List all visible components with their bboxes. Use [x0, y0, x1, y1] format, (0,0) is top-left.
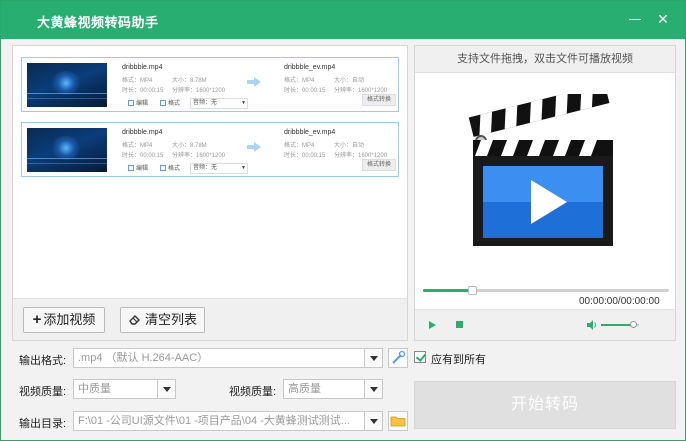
output-format-label: 输出格式:: [19, 355, 67, 367]
chevron-down-icon[interactable]: [364, 412, 382, 430]
playback-time: 00:00:00/00:00:00: [579, 296, 660, 307]
playback-progress[interactable]: [423, 286, 669, 295]
convert-format-button[interactable]: 格式转换: [362, 94, 396, 106]
video-thumbnail: [27, 128, 107, 172]
video-quality2-label: 视频质量:: [229, 386, 277, 398]
chevron-down-icon[interactable]: [157, 380, 175, 398]
chevron-down-icon: ▼: [241, 100, 246, 106]
list-toolbar: + 添加视频 清空列表: [13, 298, 407, 340]
format-icon: [160, 100, 166, 106]
output-duration: 时长：00:00:15: [284, 153, 326, 159]
source-file-name: dribbble.mp4: [122, 64, 163, 71]
audio-select[interactable]: 音频：无 ▼: [190, 98, 248, 109]
chevron-down-icon[interactable]: [364, 349, 382, 367]
minimize-icon[interactable]: [627, 11, 643, 27]
clear-list-button[interactable]: 清空列表: [120, 307, 205, 333]
output-duration: 时长：00:00:15: [284, 88, 326, 94]
source-duration: 时长：00:00:15: [122, 153, 164, 159]
preview-panel: 支持文件拖拽，双击文件可播放视频 00:00:00/00:00:00: [414, 45, 676, 341]
output-resolution: 分辨率：1600*1200: [334, 153, 388, 159]
source-resolution: 分辨率：1600*1200: [172, 153, 226, 159]
video-quality2-select[interactable]: 高质量: [283, 379, 383, 399]
source-size: 大小：8.78M: [172, 143, 207, 149]
file-list: dribbble.mp4 格式：MP4 大小：8.78M 时长：00:00:15…: [13, 46, 407, 298]
output-format: 格式：MP4: [284, 143, 315, 149]
source-format: 格式：MP4: [122, 78, 153, 84]
edit-icon: [128, 165, 134, 171]
arrow-right-icon: [247, 77, 261, 87]
app-title: 大黄蜂视频转码助手: [37, 15, 159, 30]
file-item[interactable]: dribbble.mp4 格式：MP4 大小：8.78M 时长：00:00:15…: [21, 122, 399, 177]
volume-icon[interactable]: [587, 320, 597, 330]
output-file-name: dribbble_ev.mp4: [284, 64, 336, 71]
video-thumbnail: [27, 63, 107, 107]
volume-slider[interactable]: [601, 321, 639, 328]
format-button[interactable]: 格式: [160, 99, 180, 109]
edit-icon: [128, 100, 134, 106]
output-dir-select[interactable]: F:\01 -公司UI源文件\01 -项目产品\04 -大黄蜂测试测试...: [73, 411, 383, 431]
open-folder-button[interactable]: [388, 411, 408, 431]
player-controls: [415, 309, 675, 340]
format-settings-button[interactable]: [388, 348, 408, 368]
progress-handle[interactable]: [468, 286, 478, 295]
output-file-name: dribbble_ev.mp4: [284, 129, 336, 136]
edit-button[interactable]: 编辑: [128, 99, 148, 109]
close-icon[interactable]: ✕: [655, 11, 671, 27]
source-duration: 时长：00:00:15: [122, 88, 164, 94]
video-clapper-icon: [468, 94, 613, 246]
eraser-icon: [129, 315, 140, 325]
convert-format-button[interactable]: 格式转换: [362, 159, 396, 171]
audio-select[interactable]: 音频：无 ▼: [190, 163, 248, 174]
format-icon: [160, 165, 166, 171]
folder-icon: [390, 416, 406, 427]
file-item[interactable]: dribbble.mp4 格式：MP4 大小：8.78M 时长：00:00:15…: [21, 57, 399, 112]
chevron-down-icon: ▼: [241, 165, 246, 171]
plus-icon: +: [32, 311, 42, 328]
output-format: 格式：MP4: [284, 78, 315, 84]
output-format-select[interactable]: .mp4 （默认 H.264-AAC）: [73, 348, 383, 368]
start-convert-button[interactable]: 开始转码: [414, 381, 676, 429]
file-list-panel: dribbble.mp4 格式：MP4 大小：8.78M 时长：00:00:15…: [12, 45, 408, 341]
edit-button[interactable]: 编辑: [128, 164, 148, 174]
add-video-button[interactable]: + 添加视频: [23, 307, 105, 333]
source-format: 格式：MP4: [122, 143, 153, 149]
drag-hint: 支持文件拖拽，双击文件可播放视频: [415, 46, 675, 73]
apply-all-label: 应有到所有: [431, 354, 486, 366]
play-icon[interactable]: [429, 321, 436, 329]
output-dir-label: 输出目录:: [19, 418, 67, 430]
output-size: 大小：自动: [334, 78, 365, 84]
magic-wand-icon: [392, 350, 406, 364]
source-size: 大小：8.78M: [172, 78, 207, 84]
source-file-name: dribbble.mp4: [122, 129, 163, 136]
arrow-right-icon: [247, 142, 261, 152]
stop-icon[interactable]: [456, 321, 463, 328]
format-button[interactable]: 格式: [160, 164, 180, 174]
title-bar: 大黄蜂视频转码助手 ✕: [1, 1, 685, 39]
apply-all-checkbox[interactable]: [414, 351, 426, 363]
output-size: 大小：自动: [334, 143, 365, 149]
source-resolution: 分辨率：1600*1200: [172, 88, 226, 94]
video-quality-select[interactable]: 中质量: [73, 379, 176, 399]
app-window: 大黄蜂视频转码助手 ✕ dribbble.mp4 格式：MP4 大小：8.78M…: [0, 0, 686, 441]
volume-handle[interactable]: [630, 321, 638, 328]
chevron-down-icon[interactable]: [364, 380, 382, 398]
video-quality-label: 视频质量:: [19, 386, 67, 398]
output-resolution: 分辨率：1600*1200: [334, 88, 388, 94]
